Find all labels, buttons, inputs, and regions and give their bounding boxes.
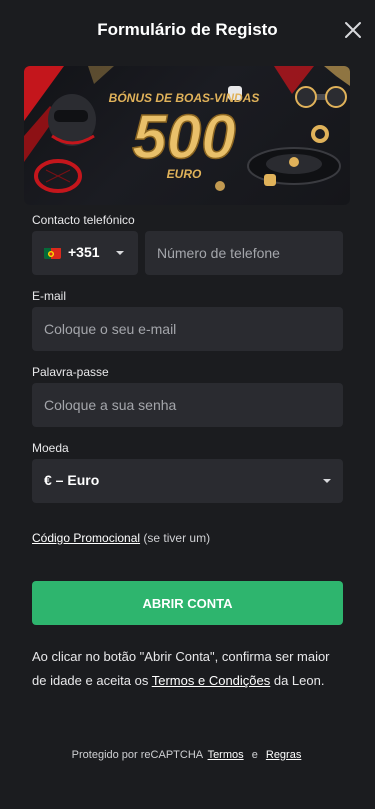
phone-label: Contacto telefónico [32,213,135,227]
email-input[interactable] [32,307,343,351]
country-code-select[interactable]: +351 [32,231,138,275]
open-account-button[interactable]: ABRIR CONTA [32,581,343,625]
terms-notice: Ao clicar no botão "Abrir Conta", confir… [32,645,343,693]
page-title: Formulário de Registo [97,20,278,39]
password-label: Palavra-passe [32,365,109,379]
portugal-flag-icon [44,247,61,259]
recaptcha-and: e [251,749,258,761]
close-button[interactable] [341,18,365,42]
phone-field [145,231,343,275]
chevron-down-icon [116,251,124,255]
chevron-down-icon [323,479,331,483]
currency-select[interactable]: € – Euro [32,459,343,503]
recaptcha-rules-link[interactable]: Regras [266,749,301,761]
email-label: E-mail [32,289,67,303]
recaptcha-terms-link[interactable]: Termos [208,749,244,761]
currency-value: € – Euro [44,472,100,488]
close-icon [345,22,361,38]
recaptcha-notice: Protegido por reCAPTCHA Termos e Regras [0,749,375,761]
terms-link[interactable]: Termos e Condições [152,673,271,688]
promo-code-link[interactable]: Código Promocional [32,531,140,545]
promo-code-hint: (se tiver um) [143,531,211,545]
welcome-bonus-banner: BÓNUS DE BOAS-VINDAS 500 EURO [24,66,350,205]
banner-amount: 500 [132,103,235,172]
recaptcha-text: Protegido por reCAPTCHA [71,749,203,761]
password-input[interactable] [32,383,343,427]
terms-text-after: da Leon. [270,673,325,688]
modal-header: Formulário de Registo [0,0,375,60]
phone-input[interactable] [145,231,343,275]
dial-code: +351 [68,244,100,260]
email-field [32,307,343,351]
banner-currency: EURO [167,167,202,181]
password-field [32,383,343,427]
registration-modal: Formulário de Registo BÓNUS DE BOAS-VIND… [0,0,375,809]
promo-code-row: Código Promocional (se tiver um) [32,531,210,545]
currency-label: Moeda [32,441,69,455]
